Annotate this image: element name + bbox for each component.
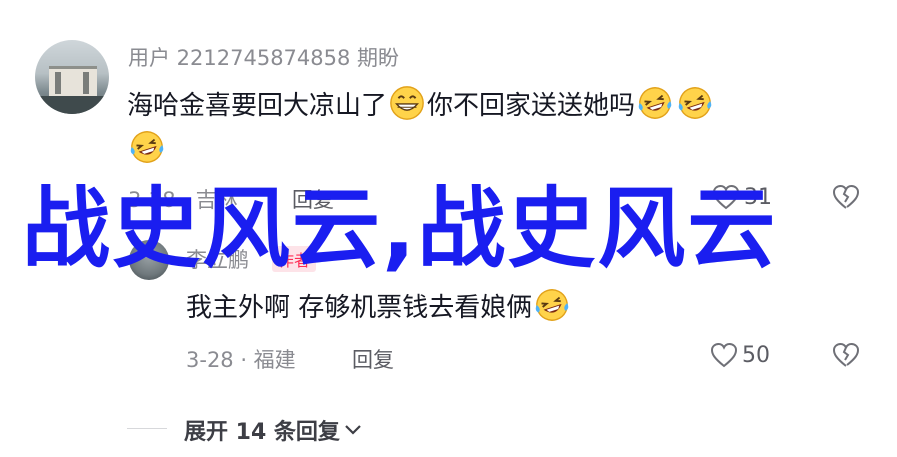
- avatar-image-pillar: [55, 72, 61, 94]
- avatar[interactable]: [35, 40, 109, 114]
- comment-text-part1: 海哈金喜要回大凉山了: [127, 90, 388, 121]
- comment-username[interactable]: 用户 2212745874858 期盼: [128, 42, 399, 72]
- laughing-tears-emoji: [638, 87, 672, 119]
- reply-like-button[interactable]: 50: [710, 342, 770, 368]
- reply-text: 我主外啊 存够机票钱去看娘俩: [186, 286, 572, 324]
- comment-text-line2: [127, 128, 167, 166]
- laughing-tears-emoji: [678, 87, 712, 119]
- broken-heart-icon: [832, 342, 860, 367]
- comment-text-part2: 你不回家送送她吗: [427, 90, 636, 121]
- reply-like-count: 50: [742, 342, 770, 368]
- reply-reply-button[interactable]: 回复: [352, 344, 394, 374]
- avatar-image-ground: [35, 96, 109, 114]
- grin-emoji: [390, 86, 424, 120]
- laughing-tears-emoji: [130, 131, 164, 163]
- expand-divider: [127, 428, 167, 429]
- broken-heart-icon: [832, 184, 860, 209]
- laughing-tears-emoji: [535, 289, 569, 321]
- heart-outline-icon: [710, 342, 738, 368]
- reply-date-location: 3-28 · 福建: [186, 348, 296, 372]
- reply-dislike-button[interactable]: [832, 342, 860, 368]
- chevron-down-icon: [345, 425, 361, 435]
- comment-dislike-button[interactable]: [832, 184, 860, 210]
- comment-text: 海哈金喜要回大凉山了 你不回家送送她吗: [127, 84, 715, 122]
- reply-text-body: 我主外啊 存够机票钱去看娘俩: [186, 292, 533, 323]
- avatar-image-pillar: [83, 72, 89, 94]
- expand-replies-button[interactable]: 展开 14 条回复: [184, 414, 362, 446]
- watermark-text: 战史风云,战史风云: [22, 177, 778, 280]
- expand-replies-label: 展开 14 条回复: [184, 420, 340, 445]
